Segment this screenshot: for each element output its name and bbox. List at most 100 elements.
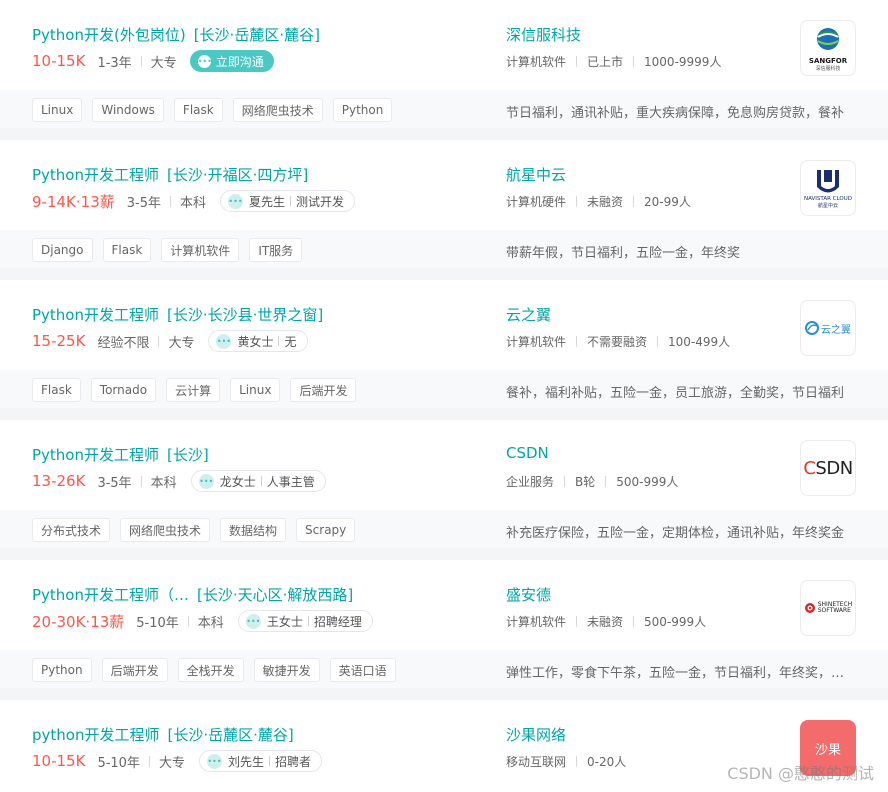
logo-subtext: SOFTWARE: [817, 607, 851, 614]
company-name[interactable]: 沙果网络: [506, 724, 566, 745]
job-location: [长沙·岳麓区·麓谷]: [167, 726, 294, 744]
job-title-row[interactable]: Python开发工程师 [长沙·开福区·四方坪]: [32, 164, 308, 185]
education: 本科: [150, 475, 177, 491]
job-title[interactable]: Python开发(外包岗位): [32, 26, 186, 44]
logo-subtext: 深信服科技: [815, 65, 841, 72]
company-logo[interactable]: SHINETECH SOFTWARE: [800, 580, 856, 636]
divider: [187, 615, 189, 627]
job-card-header: Python开发(外包岗位) [长沙·岳麓区·麓谷] 10-15K 1-3年 大专 •••…: [0, 0, 888, 90]
job-card-header: Python开发工程师 [长沙·开福区·四方坪] 9-14K·13薪 3-5年 本科 ••…: [0, 140, 888, 230]
logo-text: 沙果: [814, 743, 841, 758]
company-name[interactable]: 航星中云: [506, 164, 566, 185]
company-industry: 计算机软件: [506, 615, 567, 629]
job-card[interactable]: Python开发工程师 [长沙] 13-26K 3-5年 本科 ••• 龙女士 人事主管 CSD…: [0, 420, 888, 548]
skill-tag[interactable]: IT服务: [249, 238, 303, 262]
welfare-text: 弹性工作，零食下午茶，五险一金，节日福利，年终奖，加班补助: [506, 666, 848, 681]
job-title[interactable]: Python开发工程师: [32, 446, 159, 464]
skill-tag[interactable]: Flask: [173, 98, 223, 122]
company-logo[interactable]: 云之翼: [800, 300, 856, 356]
job-info-row: 9-14K·13薪 3-5年 本科 ••• 夏先生 测试开发: [32, 189, 356, 213]
job-card[interactable]: Python开发(外包岗位) [长沙·岳麓区·麓谷] 10-15K 1-3年 大专 •••…: [0, 0, 888, 128]
skill-tag[interactable]: 网络爬虫技术: [120, 518, 211, 542]
divider: [307, 616, 309, 626]
skill-tag[interactable]: Python: [32, 658, 92, 682]
job-title[interactable]: Python开发工程师: [32, 166, 159, 184]
skill-tag[interactable]: 后端开发: [290, 378, 357, 402]
divider: [148, 755, 150, 767]
chat-now-button[interactable]: ••• 立即沟通: [189, 50, 274, 72]
job-card-header: Python开发工程师 [长沙] 13-26K 3-5年 本科 ••• 龙女士 人事主管 CSD…: [0, 420, 888, 510]
skill-tag[interactable]: 分布式技术: [32, 518, 111, 542]
skill-tag[interactable]: 网络爬虫技术: [232, 98, 323, 122]
job-card-header: Python开发工程师（… [长沙·天心区·解放西路] 20-30K·13薪 5-10…: [0, 560, 888, 650]
job-card[interactable]: Python开发工程师 [长沙·长沙县·世界之窗] 15-25K 经验不限 大专 ••• 黄…: [0, 280, 888, 408]
divider: [140, 55, 142, 67]
recruiter-chip[interactable]: ••• 龙女士 人事主管: [190, 470, 326, 492]
skill-tag[interactable]: 计算机软件: [161, 238, 240, 262]
skill-tag[interactable]: 后端开发: [101, 658, 168, 682]
company-name[interactable]: CSDN: [506, 444, 549, 462]
welfare-text: 补充医疗保险，五险一金，定期体检，通讯补贴，年终奖金: [506, 526, 845, 541]
experience: 3-5年: [126, 195, 161, 211]
divider: [633, 196, 635, 207]
job-title[interactable]: Python开发工程师（…: [32, 586, 189, 604]
company-size: 500-999人: [644, 615, 707, 629]
divider: [576, 336, 578, 347]
job-info-row: 15-25K 经验不限 大专 ••• 黄女士无: [32, 329, 308, 353]
company-logo[interactable]: CCSDNSDN: [800, 440, 856, 496]
logo-text: CCSDNSDN: [803, 457, 853, 479]
skill-tag[interactable]: 全栈开发: [177, 658, 244, 682]
salary: 10-15K: [32, 52, 86, 70]
skill-tag[interactable]: 数据结构: [220, 518, 287, 542]
job-location: [长沙·天心区·解放西路]: [197, 586, 354, 604]
job-title-row[interactable]: python开发工程师 [长沙·岳麓区·麓谷]: [32, 724, 294, 745]
skill-tag[interactable]: Flask: [32, 378, 81, 402]
job-card-footer: Python 后端开发 全栈开发 敏捷开发 英语口语 弹性工作，零食下午茶，五险一金，节日…: [0, 650, 888, 688]
job-title-row[interactable]: Python开发工程师 [长沙·长沙县·世界之窗]: [32, 304, 323, 325]
divider: [576, 756, 578, 767]
company-logo[interactable]: NAVISTAR CLOUD 航星中云: [800, 160, 856, 216]
job-card-header: Python开发工程师 [长沙·长沙县·世界之窗] 15-25K 经验不限 大专 ••• 黄…: [0, 280, 888, 370]
experience: 经验不限: [97, 335, 150, 351]
salary: 10-15K: [32, 752, 86, 770]
skill-tag[interactable]: Scrapy: [296, 518, 356, 542]
skill-tag[interactable]: Linux: [32, 98, 83, 122]
skill-tag[interactable]: Python: [332, 98, 393, 122]
company-name[interactable]: 盛安德: [506, 584, 551, 605]
company-name[interactable]: 云之翼: [506, 304, 551, 325]
job-card[interactable]: Python开发工程师（… [长沙·天心区·解放西路] 20-30K·13薪 5-10…: [0, 560, 888, 688]
welfare-text: 节日福利，通讯补贴，重大疾病保障，免息购房贷款，餐补: [506, 106, 845, 121]
company-industry: 企业服务: [506, 475, 555, 489]
job-title-row[interactable]: Python开发工程师 [长沙]: [32, 444, 209, 465]
skill-tag[interactable]: Linux: [230, 378, 281, 402]
skill-tag[interactable]: Tornado: [90, 378, 157, 402]
chat-bubble-icon: •••: [216, 333, 232, 349]
job-title[interactable]: python开发工程师: [32, 726, 159, 744]
recruiter-name: 龙女士: [219, 474, 256, 489]
experience: 5-10年: [136, 615, 179, 631]
job-location: [长沙·开福区·四方坪]: [167, 166, 309, 184]
recruiter-chip[interactable]: ••• 王女士 招聘经理: [237, 610, 373, 632]
divider: [158, 335, 160, 347]
recruiter-chip[interactable]: ••• 黄女士无: [208, 330, 308, 352]
experience: 5-10年: [97, 755, 140, 771]
recruiter-chip[interactable]: ••• 夏先生 测试开发: [220, 190, 356, 212]
skill-tag[interactable]: Django: [32, 238, 93, 262]
experience: 3-5年: [97, 475, 132, 491]
job-card[interactable]: Python开发工程师 [长沙·开福区·四方坪] 9-14K·13薪 3-5年 本科 ••…: [0, 140, 888, 268]
company-logo[interactable]: SANGFOR 深信服科技: [800, 20, 856, 76]
skill-tag[interactable]: 敏捷开发: [253, 658, 320, 682]
skill-tags: Django Flask 计算机软件 IT服务: [32, 238, 312, 262]
job-title-row[interactable]: Python开发(外包岗位) [长沙·岳麓区·麓谷]: [32, 24, 320, 45]
company-info: 计算机软件 已上市 1000-9999人: [506, 53, 721, 70]
skill-tag[interactable]: Flask: [102, 238, 152, 262]
experience: 1-3年: [97, 55, 132, 71]
job-title[interactable]: Python开发工程师: [32, 306, 159, 324]
company-name[interactable]: 深信服科技: [506, 24, 581, 45]
skill-tag[interactable]: Windows: [92, 98, 164, 122]
recruiter-chip[interactable]: ••• 刘先生 招聘者: [198, 750, 322, 772]
skill-tag[interactable]: 云计算: [166, 378, 221, 402]
skill-tag[interactable]: 英语口语: [329, 658, 396, 682]
job-title-row[interactable]: Python开发工程师（… [长沙·天心区·解放西路]: [32, 584, 353, 605]
divider: [576, 616, 578, 627]
